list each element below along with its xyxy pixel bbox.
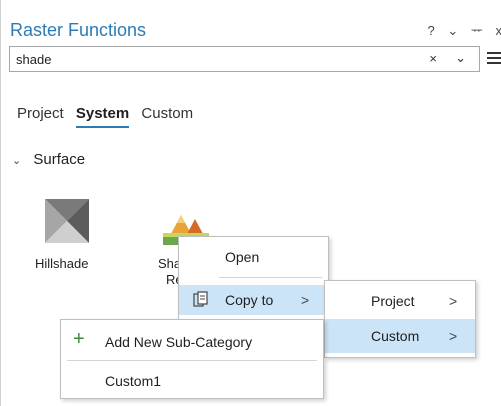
menu-item-custom1[interactable]: Custom1 <box>61 364 323 396</box>
menu-separator <box>219 277 322 278</box>
menu-item-custom1-label: Custom1 <box>105 373 162 389</box>
section-header-surface[interactable]: ⌄ Surface <box>12 151 85 168</box>
options-chevron-icon[interactable]: ⌄ <box>447 23 458 39</box>
search-box: × ⌄ <box>9 46 480 72</box>
menu-item-add-new-sub-category-label: Add New Sub-Category <box>105 334 253 350</box>
hillshade-icon <box>45 199 89 243</box>
tab-project[interactable]: Project <box>17 105 64 122</box>
chevron-right-icon: > <box>449 328 458 344</box>
pane-title-controls: ? ⌄ ᅲ x <box>419 20 501 39</box>
menu-separator <box>67 360 317 361</box>
copy-icon <box>193 291 208 307</box>
search-input[interactable] <box>16 50 416 68</box>
menu-icon[interactable] <box>487 52 501 67</box>
context-menu: Open Copy to > <box>178 236 329 320</box>
menu-item-open[interactable]: Open <box>179 237 328 277</box>
menu-item-add-new-sub-category[interactable]: + Add New Sub-Category <box>61 324 323 358</box>
tab-strip: Project System Custom <box>17 105 201 128</box>
tab-system[interactable]: System <box>75 105 130 128</box>
pin-icon[interactable]: ᅲ <box>471 20 483 39</box>
menu-item-copy-to-label: Copy to <box>225 292 274 308</box>
menu-item-copy-to[interactable]: Copy to > <box>179 285 328 315</box>
close-icon[interactable]: x <box>496 23 501 38</box>
tile-hillshade-label: Hillshade <box>35 256 89 271</box>
submenu-item-project-label: Project <box>371 293 415 309</box>
submenu-item-project[interactable]: Project > <box>325 285 475 317</box>
search-dropdown-icon[interactable]: ⌄ <box>455 50 466 66</box>
pane-title: Raster Functions <box>10 20 147 40</box>
chevron-right-icon: > <box>301 292 310 308</box>
copy-to-submenu: Project > Custom > <box>324 280 476 358</box>
custom-submenu: + Add New Sub-Category Custom1 <box>60 319 324 399</box>
chevron-down-icon: ⌄ <box>12 155 22 167</box>
tab-custom[interactable]: Custom <box>141 105 193 122</box>
clear-search-icon[interactable]: × <box>429 51 437 66</box>
help-icon[interactable]: ? <box>428 23 435 38</box>
section-label: Surface <box>33 151 86 168</box>
chevron-right-icon: > <box>449 293 458 309</box>
menu-item-open-label: Open <box>225 249 260 265</box>
submenu-item-custom-label: Custom <box>371 328 420 344</box>
add-icon: + <box>73 328 85 350</box>
tile-hillshade[interactable]: Hillshade <box>29 195 109 275</box>
submenu-item-custom[interactable]: Custom > <box>325 319 475 353</box>
